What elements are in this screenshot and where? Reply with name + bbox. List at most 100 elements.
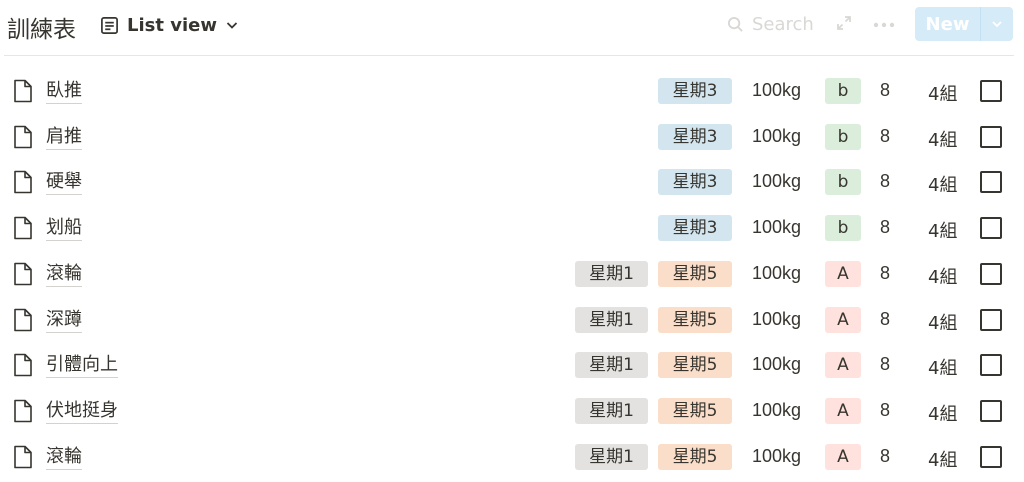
page-icon [14, 125, 32, 148]
done-checkbox[interactable] [980, 80, 1002, 102]
done-checkbox[interactable] [980, 125, 1002, 148]
sets-value: 4組 [928, 84, 958, 105]
page-icon [14, 262, 32, 286]
reps-value: 8 [880, 262, 891, 283]
reps-value: 8 [880, 354, 891, 375]
weight-value: 100kg [752, 308, 802, 329]
done-checkbox[interactable] [980, 262, 1002, 285]
list-item[interactable]: 引體向上 星期1 星期5 100kg A 8 4組 [0, 342, 1024, 388]
sets-value: 4組 [928, 221, 958, 243]
grade-tag: A [825, 306, 861, 333]
list-item[interactable]: 深蹲 星期1 星期5 100kg A 8 4組 [0, 297, 1024, 343]
item-title[interactable]: 伏地挺身 [46, 400, 118, 424]
weight-value: 100kg [752, 80, 802, 100]
toolbar: 訓練表 List view Search New [0, 0, 1024, 52]
done-checkbox[interactable] [980, 171, 1002, 194]
weight-value: 100kg [752, 354, 802, 375]
reps-value: 8 [880, 125, 891, 146]
weight-value: 100kg [752, 399, 802, 420]
grade-tag: A [825, 397, 861, 424]
list-item[interactable]: 臥推 星期3 100kg b 8 4組 [0, 68, 1024, 114]
list-view-icon [101, 16, 118, 34]
page-icon [14, 308, 32, 331]
done-checkbox[interactable] [980, 354, 1002, 377]
day-tag: 星期3 [658, 215, 732, 242]
sets-value: 4組 [928, 358, 958, 380]
new-dropdown-button[interactable] [981, 7, 1013, 41]
day-tag: 星期5 [658, 260, 732, 287]
sets-value: 4組 [928, 129, 958, 151]
page-icon [14, 353, 32, 377]
more-options-icon[interactable] [873, 22, 895, 28]
day-tag: 星期1 [575, 260, 648, 287]
sets-value: 4組 [928, 312, 958, 334]
done-checkbox[interactable] [980, 399, 1002, 422]
done-checkbox[interactable] [980, 217, 1002, 240]
search-label: Search [752, 14, 814, 35]
reps-value: 8 [880, 80, 891, 100]
sets-value: 4組 [928, 403, 958, 425]
list-item[interactable]: 划船 星期3 100kg b 8 4組 [0, 205, 1024, 251]
day-tag: 星期5 [658, 352, 732, 379]
sets-value: 4組 [928, 449, 958, 471]
done-checkbox[interactable] [980, 308, 1002, 331]
item-title[interactable]: 臥推 [46, 80, 82, 104]
view-label: List view [127, 14, 217, 36]
reps-value: 8 [880, 399, 891, 420]
reps-value: 8 [880, 171, 891, 192]
item-title[interactable]: 滾輪 [46, 446, 82, 470]
grade-tag: A [825, 443, 861, 470]
search-icon [727, 16, 743, 32]
page-icon [14, 399, 32, 423]
list-item[interactable]: 肩推 星期3 100kg b 8 4組 [0, 114, 1024, 160]
done-checkbox[interactable] [980, 445, 1002, 468]
reps-value: 8 [880, 217, 891, 238]
page-icon [14, 216, 32, 240]
item-title[interactable]: 划船 [46, 217, 82, 242]
weight-value: 100kg [752, 445, 802, 466]
reps-value: 8 [880, 308, 891, 329]
list-item[interactable]: 伏地挺身 星期1 星期5 100kg A 8 4組 [0, 388, 1024, 434]
page-title: 訓練表 [7, 17, 76, 43]
new-button-group: New [915, 7, 1013, 41]
grade-tag: A [825, 352, 861, 379]
day-tag: 星期3 [658, 169, 732, 196]
day-tag: 星期3 [658, 123, 732, 150]
day-tag: 星期5 [658, 397, 732, 424]
day-tag: 星期1 [575, 306, 648, 333]
grade-tag: b [825, 169, 861, 196]
list-item[interactable]: 滾輪 星期1 星期5 100kg A 8 4組 [0, 434, 1024, 480]
sets-value: 4組 [928, 266, 958, 288]
chevron-down-icon [226, 22, 238, 29]
item-title[interactable]: 肩推 [46, 126, 82, 150]
view-switcher[interactable]: List view [100, 13, 239, 37]
weight-value: 100kg [752, 217, 802, 238]
weight-value: 100kg [752, 262, 802, 283]
item-title[interactable]: 深蹲 [46, 309, 82, 333]
day-tag: 星期5 [658, 306, 732, 333]
page-icon [14, 171, 32, 194]
day-tag: 星期5 [658, 443, 732, 470]
expand-icon[interactable] [836, 15, 852, 31]
weight-value: 100kg [752, 171, 802, 192]
item-title[interactable]: 滾輪 [46, 263, 82, 287]
day-tag: 星期3 [658, 78, 732, 104]
page-icon [14, 79, 32, 103]
weight-value: 100kg [752, 125, 802, 146]
chevron-down-icon [992, 21, 1002, 28]
page-icon [14, 445, 32, 468]
list-item[interactable]: 滾輪 星期1 星期5 100kg A 8 4組 [0, 251, 1024, 297]
grade-tag: b [825, 123, 861, 150]
grade-tag: A [825, 260, 861, 287]
list-item[interactable]: 硬舉 星期3 100kg b 8 4組 [0, 159, 1024, 205]
grade-tag: b [825, 78, 861, 104]
sets-value: 4組 [928, 175, 958, 197]
item-title[interactable]: 引體向上 [46, 354, 118, 379]
day-tag: 星期1 [575, 397, 648, 424]
new-button[interactable]: New [915, 7, 980, 41]
header-divider [4, 55, 1014, 56]
grade-tag: b [825, 215, 861, 242]
search-button[interactable]: Search [727, 14, 814, 35]
item-title[interactable]: 硬舉 [46, 171, 82, 196]
day-tag: 星期1 [575, 352, 648, 379]
